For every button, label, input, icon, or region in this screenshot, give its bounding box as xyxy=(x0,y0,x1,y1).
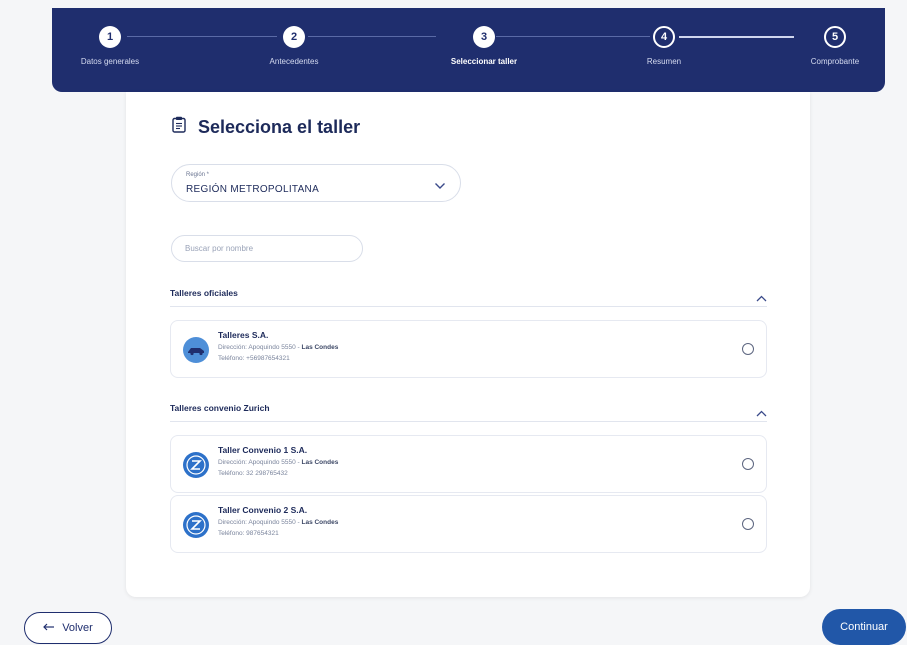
step-number: 5 xyxy=(824,26,846,48)
zurich-logo-icon xyxy=(183,512,209,538)
step-resumen: 4 Resumen xyxy=(604,26,724,66)
chevron-up-icon[interactable] xyxy=(756,404,767,422)
back-button[interactable]: Volver xyxy=(24,612,112,644)
step-number: 4 xyxy=(653,26,675,48)
progress-stepper: 1 Datos generales 2 Antecedentes 3 Selec… xyxy=(52,8,885,92)
workshop-item-convenio-1[interactable]: Taller Convenio 1 S.A. Dirección: Apoqui… xyxy=(170,435,767,493)
region-select-label: Región * xyxy=(186,172,210,178)
workshop-address: Dirección: Apoquindo 5550 - Las Condes xyxy=(218,459,339,466)
step-label: Seleccionar taller xyxy=(450,57,518,66)
step-label: Resumen xyxy=(646,57,682,66)
zurich-logo-icon xyxy=(183,452,209,478)
workshop-radio[interactable] xyxy=(742,458,754,470)
step-number: 3 xyxy=(473,26,495,48)
step-antecedentes: 2 Antecedentes xyxy=(234,26,354,66)
step-label: Antecedentes xyxy=(269,57,319,66)
step-label: Datos generales xyxy=(80,57,140,66)
workshop-phone: Teléfono: 987654321 xyxy=(218,530,279,537)
workshop-phone: Teléfono: 32 298765432 xyxy=(218,470,288,477)
step-number: 2 xyxy=(283,26,305,48)
clipboard-icon xyxy=(172,116,198,138)
workshop-address: Dirección: Apoquindo 5550 - Las Condes xyxy=(218,519,339,526)
workshop-phone: Teléfono: +56987654321 xyxy=(218,355,290,362)
workshop-radio[interactable] xyxy=(742,518,754,530)
workshop-radio[interactable] xyxy=(742,343,754,355)
chevron-down-icon xyxy=(434,177,446,195)
workshop-address: Dirección: Apoquindo 5550 - Las Condes xyxy=(218,344,339,351)
arrow-left-icon xyxy=(43,622,55,634)
region-select-value: REGIÓN METROPOLITANA xyxy=(186,184,320,195)
section-title: Talleres oficiales xyxy=(170,288,238,298)
step-number: 1 xyxy=(99,26,121,48)
page-title: Selecciona el taller xyxy=(198,116,361,137)
car-logo-icon xyxy=(183,337,209,363)
back-button-label: Volver xyxy=(62,622,93,634)
region-select[interactable]: Región * REGIÓN METROPOLITANA xyxy=(171,164,461,202)
section-title: Talleres convenio Zurich xyxy=(170,403,270,413)
step-datos-generales: 1 Datos generales xyxy=(50,26,170,66)
workshop-item-convenio-2[interactable]: Taller Convenio 2 S.A. Dirección: Apoqui… xyxy=(170,495,767,553)
workshop-name: Taller Convenio 2 S.A. xyxy=(218,505,308,515)
section-talleres-oficiales[interactable]: Talleres oficiales xyxy=(170,284,767,307)
workshop-name: Taller Convenio 1 S.A. xyxy=(218,445,308,455)
workshop-selection-card: Selecciona el taller Región * REGIÓN MET… xyxy=(126,92,810,597)
step-label: Comprobante xyxy=(810,57,860,66)
page-header: Selecciona el taller xyxy=(172,116,360,138)
section-talleres-convenio[interactable]: Talleres convenio Zurich xyxy=(170,399,767,422)
chevron-up-icon[interactable] xyxy=(756,289,767,307)
step-comprobante: 5 Comprobante xyxy=(775,26,895,66)
workshop-item-talleres-sa[interactable]: Talleres S.A. Dirección: Apoquindo 5550 … xyxy=(170,320,767,378)
workshop-name: Talleres S.A. xyxy=(218,330,269,340)
step-seleccionar-taller: 3 Seleccionar taller xyxy=(424,26,544,66)
search-input[interactable] xyxy=(171,235,363,262)
